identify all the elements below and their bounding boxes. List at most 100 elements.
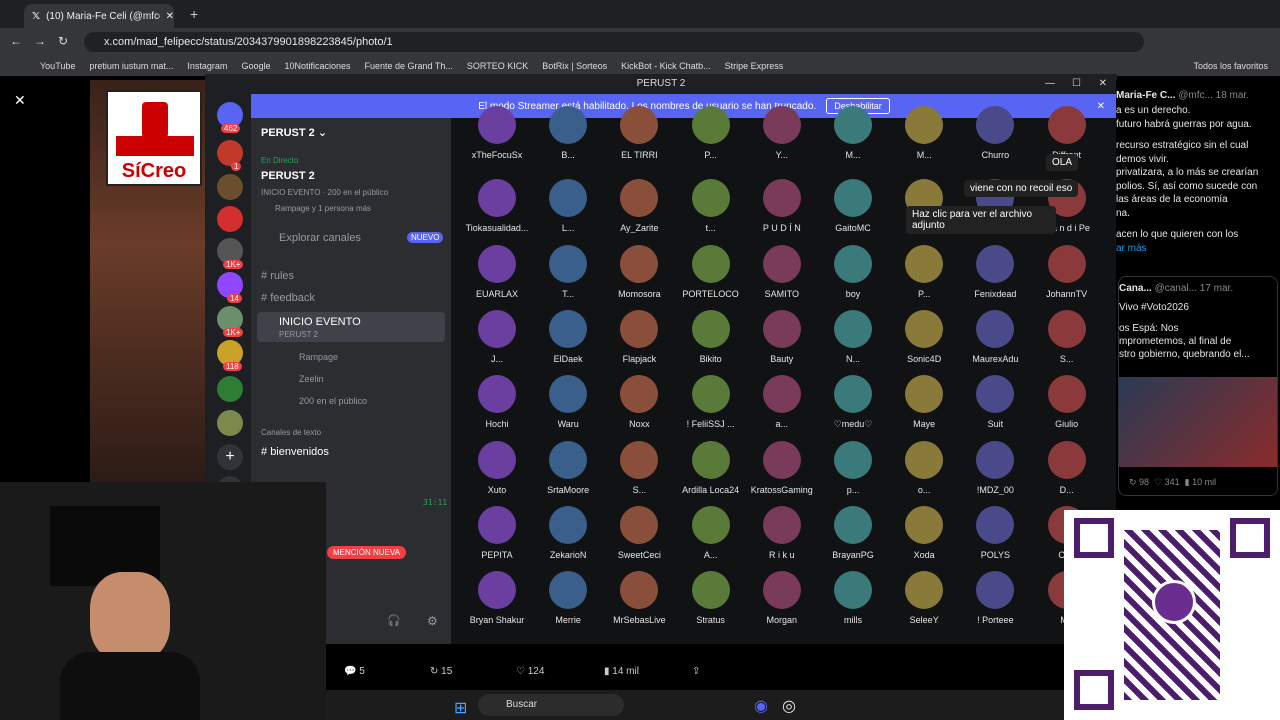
participant-tile[interactable]: M... <box>817 106 889 160</box>
share-icon[interactable]: ⇪ <box>692 666 700 677</box>
speaker-item[interactable]: Zeelin <box>299 374 324 384</box>
discord-taskbar-icon[interactable]: ◉ <box>754 696 768 716</box>
participant-tile[interactable]: M... <box>888 106 960 160</box>
participant-tile[interactable]: Ardilla Loca24 <box>675 440 747 495</box>
participant-tile[interactable]: Sonic4D <box>888 309 960 364</box>
participant-tile[interactable]: Xoda <box>888 505 960 560</box>
participant-tile[interactable]: Bikito <box>675 309 747 364</box>
participant-tile[interactable]: xTheFocuSx <box>461 106 533 160</box>
bookmark-item[interactable]: Google <box>241 61 270 71</box>
channel-bienvenidos[interactable]: # bienvenidos <box>261 446 329 458</box>
explore-channels[interactable]: Explorar canales <box>279 232 361 244</box>
participant-tile[interactable]: Waru <box>532 375 604 429</box>
retweet-button[interactable]: ↻ 15 <box>430 666 452 677</box>
participant-tile[interactable]: T... <box>532 244 604 299</box>
server-header[interactable]: PERUST 2 ⌄ <box>261 126 327 139</box>
participant-tile[interactable]: t... <box>675 179 747 233</box>
participant-tile[interactable]: L... <box>532 179 604 233</box>
participant-tile[interactable]: R i k u <box>746 505 818 560</box>
close-tab-icon[interactable]: ✕ <box>166 11 174 22</box>
participant-tile[interactable]: ! Porteee <box>959 571 1031 625</box>
text-category[interactable]: Canales de texto <box>261 428 321 437</box>
participant-tile[interactable]: S... <box>603 440 675 495</box>
participant-tile[interactable]: PORTELOCO <box>675 244 747 299</box>
participant-tile[interactable]: Churro <box>959 106 1031 160</box>
bookmark-item[interactable]: YouTube <box>40 61 75 71</box>
bookmark-item[interactable]: Instagram <box>187 61 227 71</box>
chrome-taskbar-icon[interactable]: ◎ <box>782 696 796 716</box>
speaker-item[interactable]: Rampage <box>299 352 338 362</box>
participant-tile[interactable]: S... <box>1031 309 1103 364</box>
bookmark-item[interactable]: BotRix | Sorteos <box>542 61 607 71</box>
participant-tile[interactable]: N... <box>817 309 889 364</box>
browser-tab[interactable]: 𝕏 (10) Maria-Fe Celi (@mfceli) / X ✕ <box>24 4 174 28</box>
participant-tile[interactable]: Bryan Shakur <box>461 571 533 625</box>
reply-button[interactable]: 💬 5 <box>344 666 365 677</box>
participant-tile[interactable]: EUARLAX <box>461 244 533 299</box>
participant-tile[interactable]: Fenixdead <box>959 244 1031 299</box>
participant-tile[interactable]: MrSebasLive <box>603 571 675 625</box>
participant-tile[interactable]: Stratus <box>675 571 747 625</box>
stage-channel[interactable]: INICIO EVENTO PERUST 2 <box>257 312 445 342</box>
participant-tile[interactable]: SAMITO <box>746 244 818 299</box>
participant-tile[interactable]: ♡medu♡ <box>817 375 889 430</box>
participant-tile[interactable]: mills <box>817 571 889 625</box>
participant-tile[interactable]: P... <box>675 106 747 160</box>
participant-tile[interactable]: JohannTV <box>1031 244 1103 299</box>
participant-tile[interactable]: a... <box>746 375 818 429</box>
minimize-icon[interactable]: — <box>1045 74 1055 94</box>
participant-tile[interactable]: GaitoMC <box>817 179 889 233</box>
participant-tile[interactable]: BrayanPG <box>817 505 889 560</box>
channel-feedback[interactable]: # feedback <box>261 292 315 304</box>
participant-tile[interactable]: SeleeY <box>888 571 960 625</box>
new-tab-icon[interactable]: + <box>190 6 198 22</box>
address-bar[interactable]: x.com/mad_felipecc/status/20343799018982… <box>84 32 1144 52</box>
back-icon[interactable]: ← <box>10 34 22 48</box>
participant-tile[interactable]: P U D Í N <box>746 179 818 233</box>
participant-tile[interactable]: Hochi <box>461 375 533 429</box>
participant-tile[interactable]: Ay_Zarite <box>603 179 675 233</box>
start-icon[interactable]: ⊞ <box>454 698 467 718</box>
participant-tile[interactable]: Y... <box>746 106 818 160</box>
participant-tile[interactable]: MaurexAdu <box>959 309 1031 364</box>
participant-tile[interactable]: Morgan <box>746 571 818 625</box>
participant-tile[interactable]: boy <box>817 244 889 299</box>
participant-tile[interactable]: J... <box>461 309 533 364</box>
reload-icon[interactable]: ↻ <box>58 34 68 48</box>
bookmark-item[interactable]: pretium iustum mat... <box>89 61 173 71</box>
participant-tile[interactable]: p... <box>817 440 889 495</box>
participant-tile[interactable]: B... <box>532 106 604 160</box>
participant-tile[interactable]: SweetCeci <box>603 505 675 560</box>
quoted-tweet[interactable]: Cana... @canal... 17 mar. Vivo #Voto2026… <box>1118 276 1278 496</box>
participant-tile[interactable]: Diffrent <box>1031 106 1103 160</box>
attachment-tooltip[interactable]: Haz clic para ver el archivo adjunto <box>906 206 1056 234</box>
participant-tile[interactable]: ! FeliiSSJ ... <box>675 375 747 429</box>
bookmark-item[interactable]: Fuente de Grand Th... <box>365 61 453 71</box>
show-more-link[interactable]: ar más <box>1116 242 1258 256</box>
participant-tile[interactable]: PEPITA <box>461 505 533 560</box>
participant-tile[interactable]: Tiokasualidad... <box>461 179 533 233</box>
participant-tile[interactable]: Momosora <box>603 244 675 299</box>
headphones-icon[interactable]: 🎧 <box>387 614 401 627</box>
forward-icon[interactable]: → <box>34 34 46 48</box>
server-icon[interactable] <box>217 206 243 232</box>
participant-tile[interactable]: Merrie <box>532 571 604 625</box>
bookmark-item[interactable]: KickBot - Kick Chatb... <box>621 61 711 71</box>
participant-tile[interactable]: o... <box>888 440 960 495</box>
add-server-icon[interactable]: + <box>217 444 243 470</box>
server-icon[interactable] <box>217 410 243 436</box>
maximize-icon[interactable]: ☐ <box>1072 74 1081 94</box>
bookmark-item[interactable]: 10Notificaciones <box>284 61 350 71</box>
participant-tile[interactable]: !MDZ_00 <box>959 440 1031 495</box>
participant-tile[interactable]: P... <box>888 244 960 299</box>
mention-badge[interactable]: MENCIÓN NUEVA <box>327 546 406 559</box>
server-icon[interactable] <box>217 376 243 402</box>
participant-tile[interactable]: Noxx <box>603 375 675 429</box>
taskbar-search[interactable]: Buscar <box>478 694 624 716</box>
bookmark-item[interactable]: SORTEO KICK <box>467 61 528 71</box>
like-button[interactable]: ♡ 124 <box>516 666 544 677</box>
participant-tile[interactable]: ZekarioN <box>532 505 604 560</box>
participant-tile[interactable]: Flapjack <box>603 309 675 364</box>
participant-tile[interactable]: D... <box>1031 440 1103 495</box>
participant-tile[interactable]: POLYS <box>959 505 1031 560</box>
